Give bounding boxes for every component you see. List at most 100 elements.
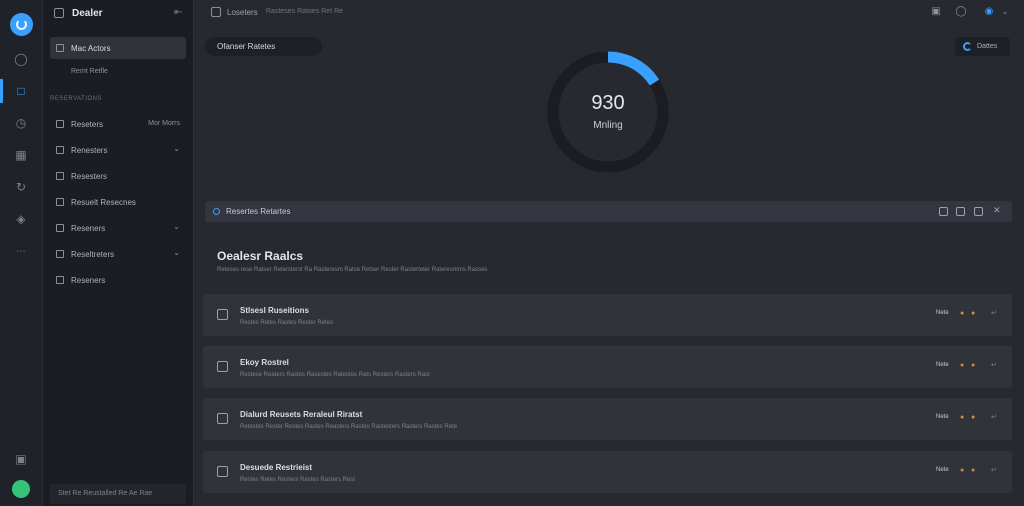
list-item-description: Restese Reaters Rastes Rasestes Ratestes… bbox=[240, 372, 430, 378]
calendar-icon[interactable]: □ bbox=[14, 84, 28, 98]
arrow-icon[interactable]: ↵ bbox=[991, 309, 997, 317]
settings-icon[interactable]: ▣ bbox=[930, 6, 942, 18]
view-selector[interactable]: Ofanser Ratetes bbox=[205, 37, 322, 56]
sidebar-section-label: RESERVATIONS bbox=[50, 96, 103, 102]
avatar[interactable] bbox=[12, 480, 30, 498]
refresh-button[interactable]: Dattes bbox=[955, 37, 1010, 56]
list-item-meta: Nete bbox=[936, 310, 949, 316]
sidebar-item-label: Reseltreters bbox=[71, 250, 115, 259]
gauge-label: Mnling bbox=[593, 120, 623, 131]
sidebar-item-label: Resuelt Resecnes bbox=[71, 198, 136, 207]
refresh-button-label: Dattes bbox=[977, 43, 998, 50]
app-title: Dealer bbox=[72, 8, 103, 19]
checkbox[interactable] bbox=[217, 466, 228, 477]
flag-icon: ● bbox=[960, 467, 965, 474]
arrow-icon[interactable]: ↵ bbox=[991, 466, 997, 474]
breadcrumb-secondary[interactable]: Rasteses Ratoes Ret Re bbox=[266, 8, 343, 15]
gauge-value: 930 bbox=[591, 92, 625, 114]
sidebar-item-reseltreters[interactable]: Reseltreters ⌄ bbox=[50, 243, 186, 265]
breadcrumb[interactable]: Loseters bbox=[227, 8, 258, 17]
filter-bar[interactable]: Resertes Retartes ✕ bbox=[205, 201, 1012, 222]
sidebar-item-label: Renesters bbox=[71, 146, 108, 155]
list-item-meta: Nete bbox=[936, 414, 949, 420]
filter-icon bbox=[213, 208, 220, 215]
collapse-icon[interactable]: ⇤ bbox=[174, 7, 182, 18]
sidebar-item-resuelt-resecnes[interactable]: Resuelt Resecnes bbox=[50, 191, 186, 213]
list-item-description: Retestes Rester Restes Rastes Reasters R… bbox=[240, 424, 458, 430]
copy-icon[interactable] bbox=[939, 207, 948, 216]
app-icon bbox=[54, 8, 64, 18]
sidebar-sub-label[interactable]: Remt Retfle bbox=[71, 68, 108, 75]
sidebar-header: Dealer ⇤ bbox=[43, 0, 194, 28]
sidebar-item-meta: Mor Morrs bbox=[148, 120, 180, 127]
list-item[interactable]: Stlsesl Ruseitions Restes Retes Rastes R… bbox=[203, 294, 1012, 336]
chevron-down-icon: ⌄ bbox=[173, 144, 180, 153]
list-item[interactable]: Ekoy Rostrel Restese Reaters Rastes Rase… bbox=[203, 346, 1012, 388]
checkbox[interactable] bbox=[217, 413, 228, 424]
flag-icon: ● bbox=[960, 414, 965, 421]
chevron-down-icon: ⌄ bbox=[173, 222, 180, 231]
flag-icon: ● bbox=[960, 310, 965, 317]
tag-icon: ● bbox=[971, 362, 976, 369]
trash-icon[interactable] bbox=[974, 207, 983, 216]
export-icon[interactable] bbox=[956, 207, 965, 216]
sidebar-footer[interactable]: Stet Re Reustalled Re Ae Rae bbox=[50, 484, 186, 504]
sidebar-item-label: Mac Actors bbox=[71, 44, 111, 53]
profile-icon[interactable]: ◉ bbox=[983, 6, 995, 18]
sidebar-item-label: Reseners bbox=[71, 224, 106, 233]
logo-icon[interactable] bbox=[10, 13, 33, 36]
circle-icon[interactable]: ◯ bbox=[14, 52, 28, 66]
list-icon bbox=[56, 198, 64, 206]
view-selector-label: Ofanser Ratetes bbox=[217, 42, 276, 51]
sidebar-item-reseters[interactable]: Reseters Mor Morrs bbox=[50, 113, 186, 135]
refresh-icon[interactable]: ↻ bbox=[14, 180, 28, 194]
sidebar-item-label: Reseters bbox=[71, 120, 104, 129]
list-item-title: Dialurd Reusets Reraleul Riratst bbox=[240, 410, 363, 419]
tag-icon: ● bbox=[971, 310, 976, 317]
list-item-meta: Nete bbox=[936, 362, 949, 368]
checkbox[interactable] bbox=[217, 361, 228, 372]
more-icon[interactable]: ⋯ bbox=[14, 244, 28, 258]
checkbox[interactable] bbox=[217, 309, 228, 320]
settings-icon[interactable]: ▣ bbox=[14, 452, 28, 466]
list-item-description: Restes Retes Resters Rastes Rasters Rest bbox=[240, 477, 356, 483]
active-indicator bbox=[0, 79, 3, 103]
sidebar-item-label: Reseners bbox=[71, 276, 106, 285]
shield-icon[interactable]: ◈ bbox=[14, 212, 28, 226]
sidebar-item-renesters[interactable]: Renesters ⌄ bbox=[50, 139, 186, 161]
folder-icon bbox=[56, 44, 64, 52]
sidebar-item-resesters[interactable]: Resesters bbox=[50, 165, 186, 187]
sidebar-footer-text: Stet Re Reustalled Re Ae Rae bbox=[58, 490, 153, 497]
sidebar-item-mac-actors[interactable]: Mac Actors bbox=[50, 37, 186, 59]
list-icon bbox=[56, 276, 64, 284]
tag-icon: ● bbox=[971, 467, 976, 474]
arrow-icon[interactable]: ↵ bbox=[991, 413, 997, 421]
list-icon bbox=[56, 146, 64, 154]
refresh-icon bbox=[963, 42, 972, 51]
chevron-down-icon: ⌄ bbox=[173, 248, 180, 257]
bell-icon[interactable]: ◯ bbox=[955, 6, 967, 18]
icon-rail: ◯ □ ◷ ▦ ↻ ◈ ⋯ ▣ bbox=[0, 0, 43, 506]
list-icon bbox=[56, 172, 64, 180]
list-item-title: Ekoy Rostrel bbox=[240, 358, 289, 367]
list-item-meta: Nete bbox=[936, 467, 949, 473]
section-subtitle: Reteses rese Ratser Retersterst Ra Raste… bbox=[217, 267, 488, 273]
flag-icon: ● bbox=[960, 362, 965, 369]
arrow-icon[interactable]: ↵ bbox=[991, 361, 997, 369]
sidebar-item-label: Resesters bbox=[71, 172, 108, 181]
close-icon[interactable]: ✕ bbox=[993, 205, 1001, 216]
list-item-title: Stlsesl Ruseitions bbox=[240, 306, 309, 315]
list-icon bbox=[56, 120, 64, 128]
list-icon bbox=[56, 250, 64, 258]
sidebar-item-reseners[interactable]: Reseners ⌄ bbox=[50, 217, 186, 239]
list-item[interactable]: Dialurd Reusets Reraleul Riratst Reteste… bbox=[203, 398, 1012, 440]
clock-icon[interactable]: ◷ bbox=[14, 116, 28, 130]
chevron-down-icon[interactable]: ⌄ bbox=[999, 6, 1011, 18]
grid-icon[interactable]: ▦ bbox=[14, 148, 28, 162]
list-item-title: Desuede Restrieist bbox=[240, 463, 313, 472]
tag-icon: ● bbox=[971, 414, 976, 421]
page-icon bbox=[211, 7, 221, 17]
list-item[interactable]: Desuede Restrieist Restes Retes Resters … bbox=[203, 451, 1012, 493]
sidebar-item-reseners-2[interactable]: Reseners bbox=[50, 269, 186, 291]
top-bar: Loseters Rasteses Ratoes Ret Re ▣ ◯ ◉ ⌄ bbox=[194, 0, 1024, 26]
